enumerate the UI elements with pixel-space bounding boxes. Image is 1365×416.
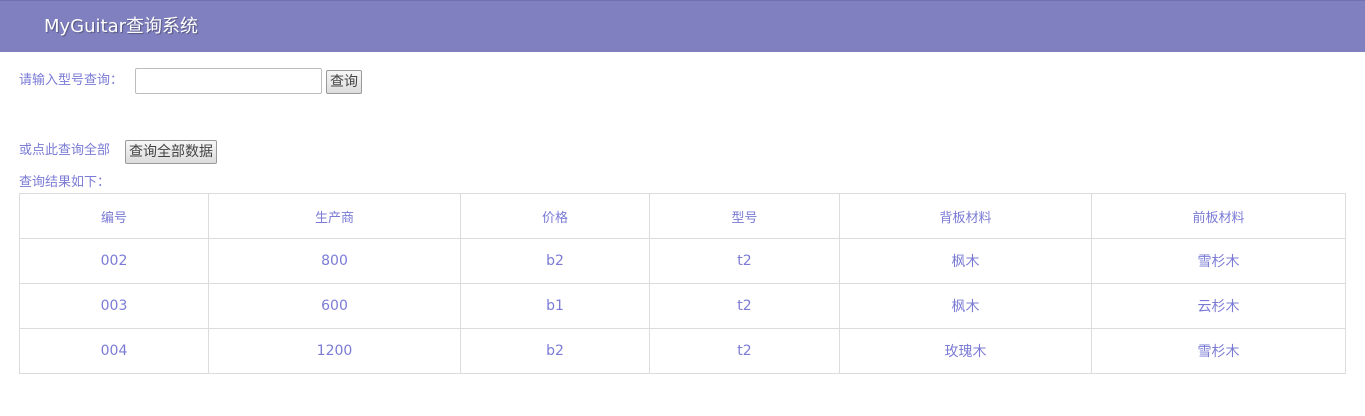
cell-top-material: 雪杉木 [1091, 238, 1346, 284]
query-all-label: 或点此查询全部 [19, 143, 111, 158]
table-row: 004 1200 b2 t2 玫瑰木 雪杉木 [19, 328, 1346, 374]
cell-top-material: 云杉木 [1091, 283, 1346, 329]
column-header-back-material: 背板材料 [839, 193, 1092, 239]
column-header-top-material: 前板材料 [1091, 193, 1346, 239]
column-header-model: 型号 [649, 193, 840, 239]
cell-model: t2 [649, 238, 840, 284]
cell-price: b1 [460, 283, 650, 329]
cell-id: 002 [19, 238, 209, 284]
cell-model: t2 [649, 283, 840, 329]
table-header-row: 编号 生产商 价格 型号 背板材料 前板材料 [19, 193, 1346, 239]
cell-top-material: 雪杉木 [1091, 328, 1346, 374]
app-header: MyGuitar查询系统 [0, 0, 1365, 52]
cell-id: 003 [19, 283, 209, 329]
cell-price: b2 [460, 238, 650, 284]
column-header-id: 编号 [19, 193, 209, 239]
search-button[interactable]: 查询 [326, 70, 362, 94]
app-title: MyGuitar查询系统 [44, 16, 199, 37]
column-header-price: 价格 [460, 193, 650, 239]
cell-model: t2 [649, 328, 840, 374]
cell-price: b2 [460, 328, 650, 374]
cell-manufacturer: 1200 [208, 328, 461, 374]
model-search-input[interactable] [135, 68, 322, 94]
cell-id: 004 [19, 328, 209, 374]
query-all-button[interactable]: 查询全部数据 [125, 140, 217, 164]
table-row: 002 800 b2 t2 枫木 雪杉木 [19, 238, 1346, 284]
cell-manufacturer: 800 [208, 238, 461, 284]
cell-back-material: 玫瑰木 [839, 328, 1092, 374]
results-table: 编号 生产商 价格 型号 背板材料 前板材料 002 800 b2 t2 枫木 … [19, 193, 1346, 374]
cell-back-material: 枫木 [839, 283, 1092, 329]
cell-manufacturer: 600 [208, 283, 461, 329]
search-label: 请输入型号查询： [19, 73, 124, 88]
table-row: 003 600 b1 t2 枫木 云杉木 [19, 283, 1346, 329]
results-caption: 查询结果如下： [19, 175, 111, 190]
cell-back-material: 枫木 [839, 238, 1092, 284]
column-header-manufacturer: 生产商 [208, 193, 461, 239]
